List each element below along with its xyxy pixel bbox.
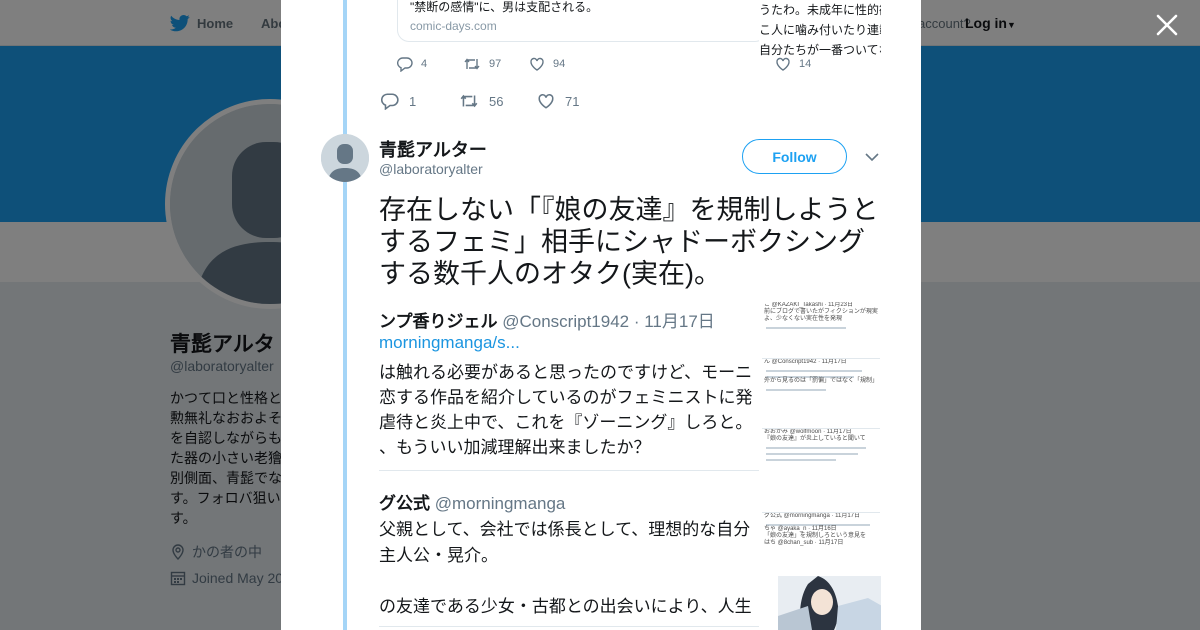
- tweet-media-image[interactable]: ンプ香りジェル @Conscript1942 · 11月17日 morningm…: [379, 298, 881, 630]
- media-text-line: 、もういい加減理解出来ましたか？: [379, 438, 651, 457]
- reply-icon: [397, 57, 413, 72]
- chevron-down-icon[interactable]: [863, 148, 881, 166]
- author-display-name[interactable]: 青髭アルター: [379, 136, 487, 162]
- side-text: はち @8chan_sub · 11月17日: [764, 540, 844, 546]
- side-text-rule: [766, 453, 858, 455]
- side-text: ちゃ @ayaka_n · 11月16日: [764, 526, 837, 532]
- side-text-rule: [766, 447, 866, 449]
- side-text: よ、少なくない実在性を発現: [764, 316, 843, 322]
- side-text-rule: [766, 327, 846, 329]
- media-screenshot-side: こ @KAZAKI_Takashi · 11月23日 前にブログで書いたがフィク…: [759, 298, 881, 630]
- media-text-line: は触れる必要があると思ったのですけど、モーニ: [379, 363, 753, 382]
- like-action[interactable]: 71: [537, 92, 615, 110]
- card-domain: comic-days.com: [410, 19, 497, 33]
- side-tweet: おおかみ @wolfmoon · 11月17日 『娘の友達』が炎上していると聞い…: [762, 428, 880, 508]
- like-count: 71: [565, 93, 580, 109]
- media-name: グ公式: [379, 494, 430, 513]
- parent-image-fragment[interactable]: うたわ。未成年に性的欲 こ人に噛み付いたり連載 自分たちが一番ついてな: [759, 0, 881, 90]
- media-link: morningmanga/s...: [379, 333, 520, 352]
- image-text-line: うたわ。未成年に性的欲: [759, 3, 881, 17]
- parent-tweet-actions: 1 56 71: [381, 92, 615, 110]
- conversation-thread-line: [343, 0, 347, 630]
- media-divider: [379, 470, 759, 471]
- media-text-line: の友達である少女・古都との出会いにより、人生: [379, 597, 752, 616]
- tweet-text: 存在しない「『娘の友達』を規制しようとするフェミ」相手にシャドーボクシングする数…: [379, 195, 879, 289]
- media-tweet-header: ンプ香りジェル @Conscript1942 · 11月17日: [379, 307, 715, 332]
- like-count: 14: [799, 58, 812, 70]
- manga-illustration-icon: [778, 576, 881, 630]
- retweet-icon: [464, 58, 480, 70]
- media-date: · 11月17日: [633, 312, 715, 331]
- reply-count: 1: [409, 93, 417, 109]
- side-text: ん @Conscript1942 · 11月17日: [764, 359, 847, 365]
- side-text-rule: [766, 389, 826, 391]
- author-handle[interactable]: @laboratoryalter: [379, 161, 483, 177]
- retweet-count: 97: [489, 58, 502, 70]
- media-text-line: 父親として、会社では係長として、理想的な自分: [379, 520, 751, 539]
- retweet-icon: [460, 94, 478, 108]
- media-screenshot-main: ンプ香りジェル @Conscript1942 · 11月17日 morningm…: [379, 298, 759, 630]
- tweet-modal: "禁断の感情"に、男は支配される。 comic-days.com うたわ。未成年…: [281, 0, 921, 630]
- side-text: グ公式 @morningmanga · 11月17日: [764, 513, 861, 519]
- side-text: 前にブログで書いたがフィクションが現実: [764, 309, 878, 315]
- side-text: 外から見るのは「罰偏」ではなく「規制」: [764, 378, 879, 384]
- follow-button[interactable]: Follow: [742, 139, 847, 174]
- heart-icon: [776, 57, 790, 71]
- media-handle: @Conscript1942: [502, 312, 630, 331]
- media-text-line: 虐待と炎上中で、これを『ゾーニング』しろと。: [379, 413, 753, 432]
- author-avatar[interactable]: [321, 134, 369, 182]
- retweet-action[interactable]: 97: [463, 56, 529, 72]
- media-handle: @morningmanga: [434, 494, 566, 513]
- media-text-line: 恋する作品を紹介しているのがフェミニストに発: [379, 388, 753, 407]
- close-icon[interactable]: [1152, 10, 1182, 40]
- side-text: 「娘の友達」を規制しろという意見を: [764, 533, 867, 539]
- default-avatar-icon: [321, 134, 369, 182]
- fragment-like-action[interactable]: 14: [775, 56, 811, 72]
- side-tweet: グ公式 @morningmanga · 11月17日 ちゃ @ayaka_n ·…: [762, 512, 880, 572]
- card-description: "禁断の感情"に、男は支配される。: [410, 0, 599, 14]
- side-text: こ @KAZAKI_Takashi · 11月23日: [764, 302, 854, 308]
- retweet-action[interactable]: 56: [459, 92, 537, 110]
- reply-action[interactable]: 1: [381, 92, 459, 110]
- side-text-rule: [766, 459, 836, 461]
- heart-icon: [538, 93, 554, 109]
- manga-cover-thumbnail: [778, 576, 881, 630]
- reply-icon: [381, 93, 399, 110]
- side-tweet: ん @Conscript1942 · 11月17日 外から見るのは「罰偏」ではな…: [762, 358, 880, 424]
- like-count: 94: [553, 58, 566, 70]
- side-text-rule: [766, 370, 862, 372]
- reply-action[interactable]: 4: [397, 56, 463, 72]
- side-tweet: こ @KAZAKI_Takashi · 11月23日 前にブログで書いたがフィク…: [762, 302, 880, 354]
- reply-count: 4: [421, 58, 428, 70]
- media-tweet-header: グ公式 @morningmanga: [379, 489, 565, 514]
- media-name: ンプ香りジェル: [379, 312, 498, 331]
- image-text-line: こ人に噛み付いたり連載: [759, 23, 881, 37]
- follow-label: Follow: [772, 148, 817, 165]
- side-text: おおかみ @wolfmoon · 11月17日: [764, 429, 852, 435]
- heart-icon: [530, 57, 544, 71]
- side-text: 『娘の友達』が炎上していると聞いて: [764, 436, 866, 442]
- quoted-link-card[interactable]: "禁断の感情"に、男は支配される。 comic-days.com: [397, 0, 767, 42]
- like-action[interactable]: 94: [529, 56, 595, 72]
- media-divider: [379, 626, 759, 627]
- quoted-tweet-actions: 4 97 94: [397, 56, 595, 72]
- retweet-count: 56: [489, 93, 504, 109]
- media-text-line: 主人公・晃介。: [379, 546, 498, 565]
